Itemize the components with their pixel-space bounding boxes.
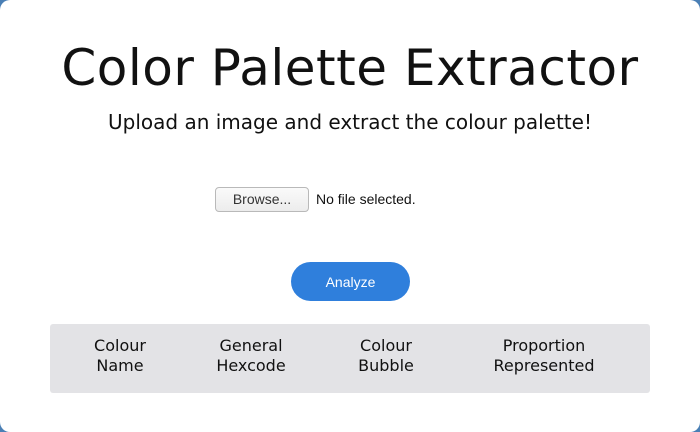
palette-table-header: Colour Name General Hexcode Colour Bubbl… <box>50 324 650 393</box>
page-title: Color Palette Extractor <box>61 39 639 97</box>
column-header-general-hexcode: General Hexcode <box>216 336 286 375</box>
main-card: Color Palette Extractor Upload an image … <box>0 0 700 432</box>
browse-button[interactable]: Browse... <box>215 186 309 212</box>
column-header-colour-name: Colour Name <box>94 336 146 375</box>
file-status-text: No file selected. <box>316 191 416 207</box>
page-subtitle: Upload an image and extract the colour p… <box>108 110 592 134</box>
analyze-button[interactable]: Analyze <box>291 262 410 301</box>
column-header-proportion-represented: Proportion Represented <box>493 336 595 375</box>
column-header-colour-bubble: Colour Bubble <box>358 336 414 375</box>
file-input-row: Browse... No file selected. <box>215 186 416 212</box>
